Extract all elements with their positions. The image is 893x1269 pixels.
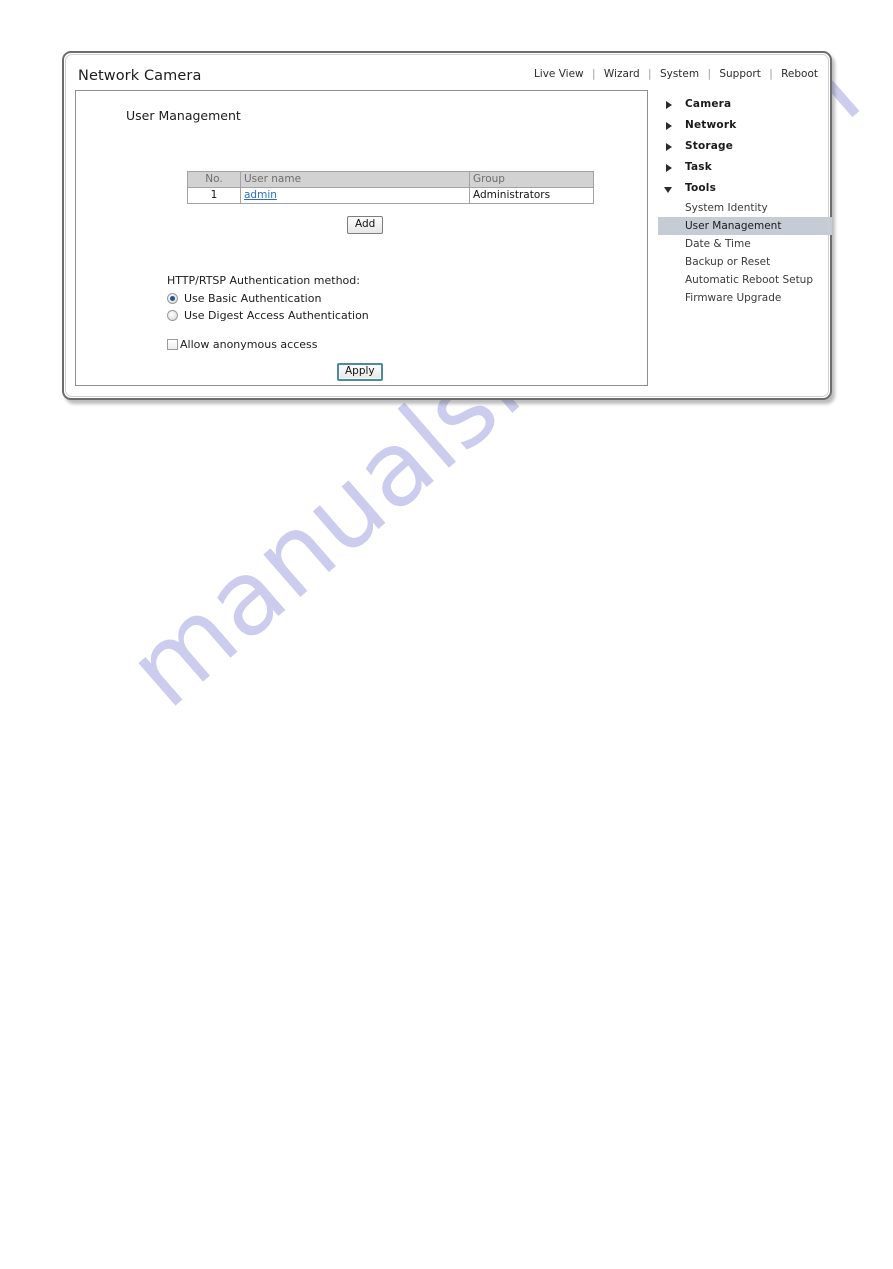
sidebar-item-date-time[interactable]: Date & Time: [658, 235, 818, 253]
radio-option-digest-authentication[interactable]: Use Digest Access Authentication: [167, 308, 369, 323]
sidebar-menu: Camera Network Storage Task Tools System…: [658, 94, 832, 307]
top-bar: Network Camera Live View | Wizard | Syst…: [64, 53, 830, 93]
cell-user-name: admin: [240, 187, 470, 204]
sidebar-item-storage[interactable]: Storage: [658, 136, 818, 157]
nav-separator: |: [648, 68, 652, 80]
device-ui-frame: Network Camera Live View | Wizard | Syst…: [62, 51, 832, 400]
sidebar-item-label: Camera: [685, 98, 732, 110]
column-header-user-name: User name: [240, 171, 470, 188]
document-page: manualshive.com Network Camera Live View…: [0, 0, 893, 1269]
sidebar-item-tools[interactable]: Tools: [658, 178, 818, 199]
brand-title: Network Camera: [78, 68, 202, 84]
nav-link-system[interactable]: System: [660, 68, 699, 80]
user-link-admin[interactable]: admin: [244, 189, 277, 201]
chevron-down-icon: [664, 187, 672, 193]
nav-separator: |: [769, 68, 773, 80]
sidebar-item-camera[interactable]: Camera: [658, 94, 818, 115]
nav-separator: |: [707, 68, 711, 80]
sidebar-item-label: Storage: [685, 140, 734, 152]
sidebar-item-system-identity[interactable]: System Identity: [658, 199, 818, 217]
sidebar-item-user-management[interactable]: User Management: [658, 217, 832, 235]
chevron-right-icon: [666, 164, 672, 172]
radio-basic-authentication-label: Use Basic Authentication: [184, 292, 322, 305]
radio-option-basic-authentication[interactable]: Use Basic Authentication: [167, 291, 369, 306]
authentication-settings: HTTP/RTSP Authentication method: Use Bas…: [167, 274, 369, 352]
sidebar-item-label: Tools: [685, 182, 717, 194]
sidebar-item-network[interactable]: Network: [658, 115, 818, 136]
radio-digest-authentication-icon[interactable]: [167, 310, 178, 321]
column-header-no: No.: [187, 171, 241, 188]
sidebar-item-label: Network: [685, 119, 737, 131]
sidebar-item-task[interactable]: Task: [658, 157, 818, 178]
nav-separator: |: [592, 68, 596, 80]
chevron-right-icon: [666, 101, 672, 109]
chevron-right-icon: [666, 143, 672, 151]
nav-link-support[interactable]: Support: [719, 68, 761, 80]
content-panel: User Management No. User name Group 1 ad…: [75, 90, 648, 386]
column-header-group: Group: [469, 171, 594, 188]
checkbox-anonymous-label: Allow anonymous access: [180, 338, 318, 351]
nav-link-reboot[interactable]: Reboot: [781, 68, 818, 80]
apply-button[interactable]: Apply: [337, 363, 383, 381]
add-button[interactable]: Add: [347, 216, 384, 234]
nav-link-wizard[interactable]: Wizard: [604, 68, 640, 80]
cell-group: Administrators: [469, 187, 594, 204]
top-navigation: Live View | Wizard | System | Support | …: [534, 68, 818, 80]
checkbox-anonymous-icon[interactable]: [167, 339, 178, 350]
sidebar-item-automatic-reboot-setup[interactable]: Automatic Reboot Setup: [658, 271, 818, 289]
authentication-method-label: HTTP/RTSP Authentication method:: [167, 274, 360, 287]
page-title: User Management: [126, 108, 241, 123]
user-table: No. User name Group 1 admin Administrato…: [187, 171, 594, 204]
table-row: 1 admin Administrators: [187, 187, 594, 204]
nav-link-live-view[interactable]: Live View: [534, 68, 584, 80]
table-header-row: No. User name Group: [187, 171, 594, 188]
cell-no: 1: [187, 187, 241, 204]
radio-basic-authentication-icon[interactable]: [167, 293, 178, 304]
checkbox-allow-anonymous-access[interactable]: Allow anonymous access: [167, 337, 369, 352]
sidebar-item-firmware-upgrade[interactable]: Firmware Upgrade: [658, 289, 818, 307]
chevron-right-icon: [666, 122, 672, 130]
sidebar-item-label: Task: [685, 161, 712, 173]
radio-digest-authentication-label: Use Digest Access Authentication: [184, 309, 369, 322]
sidebar-item-backup-or-reset[interactable]: Backup or Reset: [658, 253, 818, 271]
